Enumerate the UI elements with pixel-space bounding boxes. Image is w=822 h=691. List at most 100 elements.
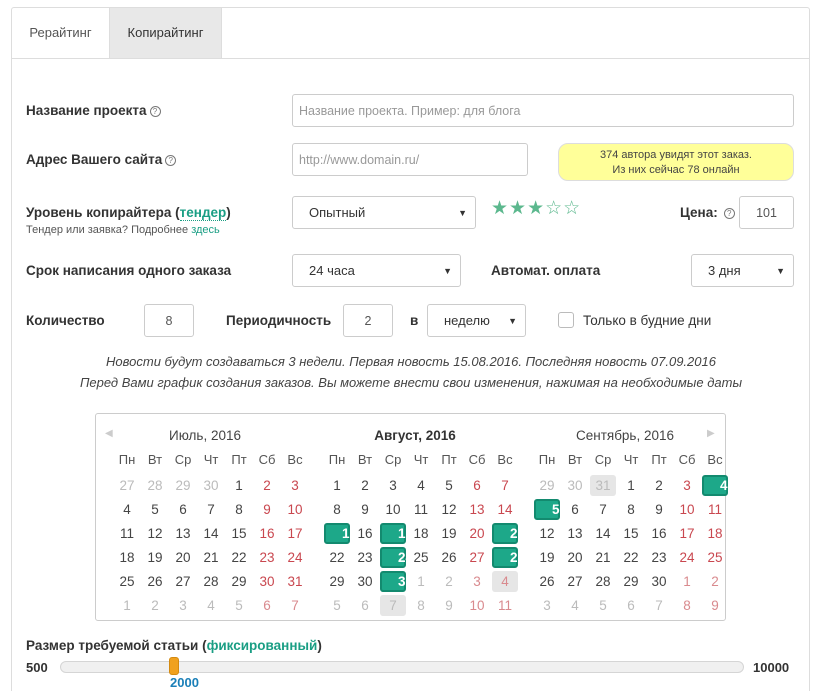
calendar-day[interactable]: 20 [562, 547, 588, 568]
calendar-day[interactable]: 25 [408, 547, 434, 568]
calendar-day[interactable]: 5 [324, 595, 350, 616]
calendar-day[interactable]: 29 [324, 571, 350, 592]
calendar-day[interactable]: 26 [142, 571, 168, 592]
calendar-day[interactable]: 12 [534, 523, 560, 544]
weekdays-only-checkbox[interactable] [558, 312, 574, 328]
calendar-day[interactable]: 9 [436, 595, 462, 616]
calendar-day[interactable]: 12 [142, 523, 168, 544]
calendar-day[interactable]: 4 [408, 475, 434, 496]
calendar-day[interactable]: 9 [352, 499, 378, 520]
calendar-day[interactable]: 7 [646, 595, 672, 616]
calendar-day[interactable]: 21 [492, 523, 525, 544]
calendar-day[interactable]: 6 [562, 499, 588, 520]
calendar-day[interactable]: 3 [282, 475, 308, 496]
calendar-day[interactable]: 16 [352, 523, 378, 544]
calendar-day[interactable]: 11 [492, 595, 518, 616]
calendar-day[interactable]: 11 [114, 523, 140, 544]
calendar-day[interactable]: 22 [226, 547, 252, 568]
calendar-day[interactable]: 10 [464, 595, 490, 616]
calendar-day[interactable]: 4 [114, 499, 140, 520]
calendar-day[interactable]: 31 [380, 571, 413, 592]
calendar-day[interactable]: 21 [590, 547, 616, 568]
calendar-day[interactable]: 29 [226, 571, 252, 592]
calendar-day[interactable]: 30 [198, 475, 224, 496]
calendar-day[interactable]: 28 [492, 547, 525, 568]
help-icon[interactable]: ? [165, 154, 177, 166]
calendar-day[interactable]: 9 [646, 499, 672, 520]
calendar-day[interactable]: 6 [254, 595, 280, 616]
calendar-day[interactable]: 13 [170, 523, 196, 544]
calendar-day[interactable]: 13 [562, 523, 588, 544]
calendar-day[interactable]: 11 [702, 499, 728, 520]
calendar-day[interactable]: 17 [282, 523, 308, 544]
calendar-day[interactable]: 17 [674, 523, 700, 544]
calendar-day[interactable]: 14 [492, 499, 518, 520]
calendar-day[interactable]: 16 [254, 523, 280, 544]
deadline-select[interactable]: 24 часа ▼ [292, 254, 461, 287]
fixed-link[interactable]: фиксированный [207, 638, 318, 653]
calendar-day[interactable]: 17 [380, 523, 413, 544]
tab-rewriting[interactable]: Рерайтинг [12, 8, 109, 58]
tab-copywriting[interactable]: Копирайтинг [109, 8, 222, 58]
calendar-day[interactable]: 2 [352, 475, 378, 496]
calendar-day[interactable]: 6 [352, 595, 378, 616]
help-icon[interactable]: ? [149, 105, 161, 117]
calendar-day[interactable]: 29 [170, 475, 196, 496]
calendar-day[interactable]: 24 [380, 547, 413, 568]
calendar-day[interactable]: 8 [618, 499, 644, 520]
calendar-day[interactable]: 8 [324, 499, 350, 520]
calendar-day[interactable]: 25 [702, 547, 728, 568]
calendar-day[interactable]: 5 [226, 595, 252, 616]
calendar-day[interactable]: 1 [618, 475, 644, 496]
calendar-day[interactable]: 10 [674, 499, 700, 520]
calendar-day[interactable]: 20 [170, 547, 196, 568]
calendar-day[interactable]: 4 [198, 595, 224, 616]
calendar-day[interactable]: 15 [324, 523, 357, 544]
calendar-day[interactable]: 6 [618, 595, 644, 616]
price-input[interactable]: 101 [739, 196, 794, 229]
quantity-input[interactable]: 8 [144, 304, 194, 337]
calendar-day[interactable]: 29 [618, 571, 644, 592]
calendar-day[interactable]: 30 [646, 571, 672, 592]
calendar-day[interactable]: 6 [170, 499, 196, 520]
calendar-day[interactable]: 22 [618, 547, 644, 568]
calendar-day[interactable]: 29 [534, 475, 560, 496]
calendar-day[interactable]: 27 [114, 475, 140, 496]
calendar-day[interactable]: 25 [114, 571, 140, 592]
calendar-day[interactable]: 23 [646, 547, 672, 568]
calendar-day[interactable]: 27 [464, 547, 490, 568]
calendar-day[interactable]: 9 [254, 499, 280, 520]
calendar-day[interactable]: 2 [142, 595, 168, 616]
calendar-day[interactable]: 8 [226, 499, 252, 520]
periodicity-unit-select[interactable]: неделю ▼ [427, 304, 526, 337]
calendar-day[interactable]: 30 [254, 571, 280, 592]
periodicity-input[interactable]: 2 [343, 304, 393, 337]
calendar-day[interactable]: 28 [142, 475, 168, 496]
calendar-day[interactable]: 1 [674, 571, 700, 592]
calendar-day[interactable]: 22 [324, 547, 350, 568]
calendar-day[interactable]: 18 [114, 547, 140, 568]
calendar-day[interactable]: 10 [282, 499, 308, 520]
calendar-day[interactable]: 26 [436, 547, 462, 568]
calendar-day[interactable]: 1 [226, 475, 252, 496]
calendar-day[interactable]: 20 [464, 523, 490, 544]
size-slider-track[interactable] [60, 661, 744, 673]
calendar-day[interactable]: 7 [380, 595, 406, 616]
calendar-day[interactable]: 19 [534, 547, 560, 568]
calendar-day[interactable]: 15 [618, 523, 644, 544]
calendar-day[interactable]: 3 [170, 595, 196, 616]
calendar-day[interactable]: 19 [142, 547, 168, 568]
calendar-day[interactable]: 7 [492, 475, 518, 496]
site-input[interactable]: http://www.domain.ru/ [292, 143, 528, 176]
calendar-day[interactable]: 14 [198, 523, 224, 544]
calendar-day[interactable]: 1 [324, 475, 350, 496]
calendar-day[interactable]: 2 [702, 571, 728, 592]
autopay-select[interactable]: 3 дня ▼ [691, 254, 794, 287]
calendar-day[interactable]: 5 [436, 475, 462, 496]
calendar-day[interactable]: 5 [534, 499, 560, 520]
calendar-day[interactable]: 3 [674, 475, 700, 496]
calendar-day[interactable]: 8 [674, 595, 700, 616]
size-slider-handle[interactable] [169, 657, 179, 675]
calendar-day[interactable]: 4 [702, 475, 728, 496]
calendar-day[interactable]: 7 [590, 499, 616, 520]
